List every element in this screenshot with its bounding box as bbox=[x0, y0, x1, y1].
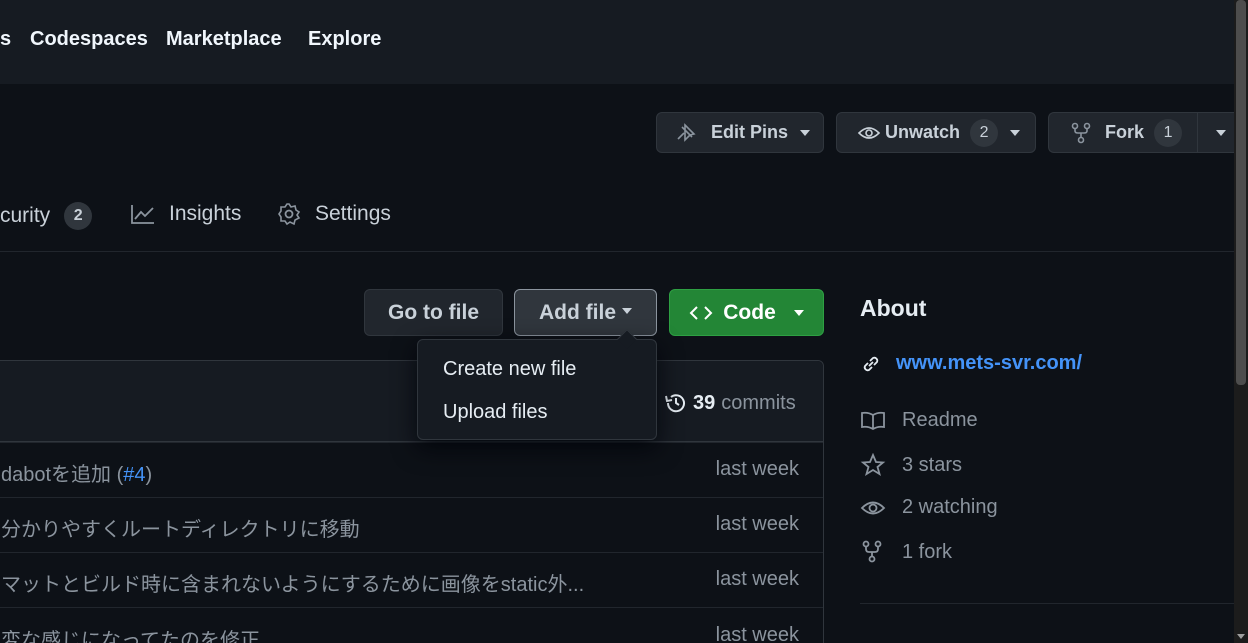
commit-time: last week bbox=[715, 624, 799, 643]
tab-security-label: curity bbox=[0, 204, 51, 227]
add-file-label: Add file bbox=[539, 300, 616, 324]
website-link[interactable]: www.mets-svr.com/ bbox=[860, 352, 1082, 375]
commits-link[interactable]: 39 commits bbox=[663, 390, 796, 416]
readme-link[interactable]: Readme bbox=[860, 409, 978, 432]
graph-icon bbox=[130, 203, 156, 225]
gear-icon bbox=[277, 202, 301, 226]
commit-message[interactable]: dabotを追加 (#4) bbox=[1, 458, 152, 487]
table-row[interactable]: dabotを追加 (#4) last week bbox=[0, 442, 823, 497]
page-scrollbar[interactable] bbox=[1234, 0, 1248, 643]
security-count-badge: 2 bbox=[64, 202, 93, 230]
forks-label: 1 fork bbox=[902, 540, 953, 563]
code-icon bbox=[689, 304, 713, 322]
pr-link[interactable]: #4 bbox=[123, 464, 145, 486]
star-icon bbox=[860, 452, 886, 477]
watching-label: 2 watching bbox=[902, 496, 998, 518]
nav-item-marketplace[interactable]: Marketplace bbox=[166, 28, 282, 51]
eye-icon bbox=[860, 497, 886, 519]
edit-pins-button[interactable]: Edit Pins bbox=[656, 112, 824, 153]
create-new-file-menu-item[interactable]: Create new file bbox=[443, 358, 576, 381]
fork-icon bbox=[1069, 122, 1093, 144]
add-file-button[interactable]: Add file bbox=[514, 289, 657, 336]
tab-settings-label: Settings bbox=[315, 202, 391, 225]
unwatch-button[interactable]: Unwatch 2 bbox=[836, 112, 1036, 153]
about-heading: About bbox=[860, 295, 927, 321]
commit-time: last week bbox=[715, 513, 799, 535]
website-url[interactable]: www.mets-svr.com/ bbox=[896, 352, 1082, 375]
fork-label: Fork bbox=[1105, 122, 1145, 142]
chevron-down-icon bbox=[793, 309, 804, 316]
chevron-down-icon bbox=[800, 129, 811, 136]
commit-message[interactable]: マットとビルド時に含まれないようにするために画像をstatic外... bbox=[1, 568, 584, 597]
commit-time: last week bbox=[715, 568, 799, 590]
table-row[interactable]: 分かりやすくルートディレクトリに移動 last week bbox=[0, 497, 823, 552]
link-icon bbox=[860, 353, 882, 375]
file-list: 39 commits dabotを追加 (#4) last week 分かりやす… bbox=[0, 360, 824, 643]
readme-label: Readme bbox=[902, 409, 978, 431]
nav-item-explore[interactable]: Explore bbox=[308, 28, 381, 51]
code-label: Code bbox=[723, 300, 776, 324]
commits-count: 39 bbox=[693, 391, 716, 414]
commit-message[interactable]: 分かりやすくルートディレクトリに移動 bbox=[1, 513, 360, 542]
stars-label: 3 stars bbox=[902, 453, 963, 476]
unwatch-label: Unwatch bbox=[885, 122, 961, 142]
forks-link[interactable]: 1 fork bbox=[860, 540, 952, 564]
nav-item-codespaces[interactable]: Codespaces bbox=[30, 28, 148, 51]
book-icon bbox=[860, 410, 886, 432]
latest-commit-header: 39 commits bbox=[0, 361, 823, 442]
watching-link[interactable]: 2 watching bbox=[860, 496, 998, 519]
tab-security[interactable]: curity 2 bbox=[0, 202, 93, 230]
tab-insights[interactable]: Insights bbox=[130, 202, 241, 226]
scroll-down-arrow-icon[interactable] bbox=[1237, 634, 1245, 639]
commit-time: last week bbox=[715, 458, 799, 480]
edit-pins-label: Edit Pins bbox=[711, 122, 789, 142]
go-to-file-button[interactable]: Go to file bbox=[364, 289, 503, 336]
divider bbox=[860, 603, 1234, 604]
tab-settings[interactable]: Settings bbox=[277, 202, 391, 226]
fork-icon bbox=[860, 540, 886, 564]
add-file-dropdown: Create new file Upload files bbox=[417, 329, 657, 440]
watch-count-badge: 2 bbox=[970, 118, 999, 147]
upload-files-menu-item[interactable]: Upload files bbox=[443, 401, 548, 424]
commits-label: commits bbox=[721, 391, 796, 414]
chevron-down-icon[interactable] bbox=[1216, 130, 1226, 136]
fork-button[interactable]: Fork 1 bbox=[1048, 112, 1248, 153]
nav-item-partial[interactable]: s bbox=[0, 28, 11, 51]
go-to-file-label: Go to file bbox=[388, 300, 479, 324]
divider bbox=[1197, 113, 1198, 152]
commit-message[interactable]: 変な感じになってたのを修正 bbox=[1, 624, 260, 643]
history-icon bbox=[663, 390, 689, 416]
code-button[interactable]: Code bbox=[669, 289, 824, 336]
fork-count-badge: 1 bbox=[1154, 118, 1183, 147]
table-row[interactable]: 変な感じになってたのを修正 last week bbox=[0, 607, 823, 643]
repo-header bbox=[0, 84, 1234, 252]
top-navigation-bar: s Codespaces Marketplace Explore bbox=[0, 0, 1234, 84]
chevron-down-icon bbox=[1010, 129, 1021, 136]
tab-insights-label: Insights bbox=[169, 202, 242, 225]
table-row[interactable]: マットとビルド時に含まれないようにするために画像をstatic外... last… bbox=[0, 552, 823, 607]
scrollbar-thumb[interactable] bbox=[1236, 0, 1246, 385]
stars-link[interactable]: 3 stars bbox=[860, 452, 963, 477]
pin-icon bbox=[675, 122, 699, 143]
chevron-down-icon bbox=[622, 307, 632, 314]
eye-icon bbox=[857, 123, 881, 143]
